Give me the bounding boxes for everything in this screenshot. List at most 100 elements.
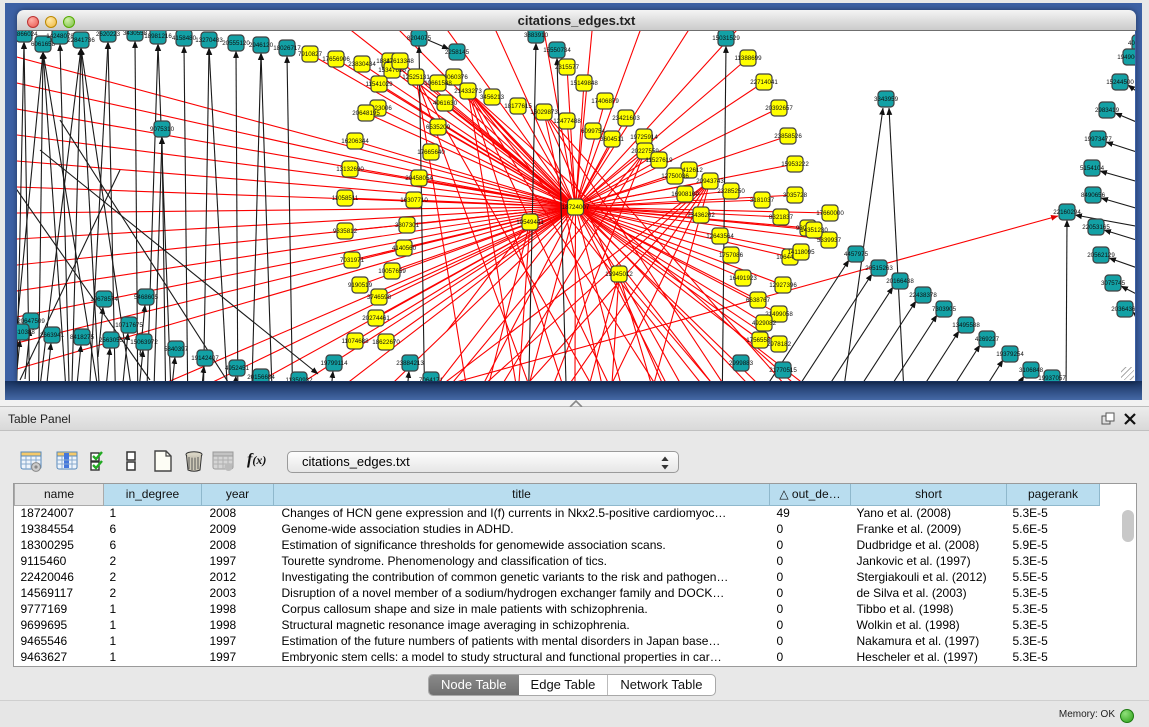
svg-text:6099754: 6099754 xyxy=(581,128,606,135)
svg-text:8418275: 8418275 xyxy=(70,334,95,341)
svg-text:2983419: 2983419 xyxy=(1095,107,1120,114)
svg-text:7303905: 7303905 xyxy=(932,306,957,313)
svg-text:18177615: 18177615 xyxy=(504,103,532,110)
svg-text:19490077: 19490077 xyxy=(1117,54,1135,61)
svg-text:4158480: 4158480 xyxy=(172,35,197,42)
svg-text:22714041: 22714041 xyxy=(750,79,778,86)
svg-text:18981216: 18981216 xyxy=(144,33,172,40)
svg-text:15149848: 15149848 xyxy=(570,80,598,87)
svg-text:14351230: 14351230 xyxy=(800,227,828,234)
svg-text:3106848: 3106848 xyxy=(1019,367,1044,374)
svg-text:18622670: 18622670 xyxy=(372,339,400,346)
svg-text:20648195: 20648195 xyxy=(352,110,380,117)
svg-text:4140560: 4140560 xyxy=(392,245,417,252)
svg-text:8490656: 8490656 xyxy=(1081,192,1106,199)
svg-text:18724007: 18724007 xyxy=(562,204,590,211)
svg-text:11074688: 11074688 xyxy=(341,338,369,345)
svg-text:3883910: 3883910 xyxy=(524,32,549,39)
svg-text:20515263: 20515263 xyxy=(865,265,893,272)
svg-text:11350932: 11350932 xyxy=(285,377,313,381)
svg-text:15063972: 15063972 xyxy=(130,339,158,346)
svg-text:3746598: 3746598 xyxy=(367,294,392,301)
svg-text:7031971: 7031971 xyxy=(340,257,365,264)
svg-text:19799114: 19799114 xyxy=(320,360,348,367)
svg-text:19379254: 19379254 xyxy=(996,351,1024,358)
svg-text:22841736: 22841736 xyxy=(67,37,95,44)
svg-text:20943743: 20943743 xyxy=(696,178,724,185)
svg-text:23858526: 23858526 xyxy=(774,133,802,140)
svg-text:17656906: 17656906 xyxy=(322,56,350,63)
svg-text:19937057: 19937057 xyxy=(1038,375,1066,381)
svg-text:20274461: 20274461 xyxy=(362,315,390,322)
svg-text:10057659: 10057659 xyxy=(378,268,406,275)
svg-text:2663941: 2663941 xyxy=(40,332,65,339)
svg-text:4457975: 4457975 xyxy=(844,251,869,258)
svg-text:5840397: 5840397 xyxy=(164,346,189,353)
svg-text:2620223: 2620223 xyxy=(96,31,121,38)
svg-text:12927396: 12927396 xyxy=(769,282,797,289)
svg-text:10717675: 10717675 xyxy=(115,322,143,329)
svg-text:7910827: 7910827 xyxy=(298,51,323,58)
svg-text:10549441: 10549441 xyxy=(516,219,544,226)
svg-text:3035728: 3035728 xyxy=(783,192,808,199)
svg-text:17406879: 17406879 xyxy=(591,98,619,105)
svg-text:20156684: 20156684 xyxy=(247,374,275,381)
svg-text:16908100: 16908100 xyxy=(671,191,699,198)
svg-text:11541029: 11541029 xyxy=(365,81,393,88)
svg-text:22053165: 22053165 xyxy=(1082,224,1110,231)
svg-text:5339937: 5339937 xyxy=(817,237,842,244)
svg-text:20562129: 20562129 xyxy=(1087,252,1115,259)
svg-text:3456213: 3456213 xyxy=(480,94,505,101)
svg-text:2258145: 2258145 xyxy=(445,49,470,56)
svg-text:19973477: 19973477 xyxy=(1084,136,1112,143)
svg-text:13495588: 13495588 xyxy=(952,322,980,329)
svg-text:15031529: 15031529 xyxy=(712,35,740,42)
svg-text:22160294: 22160294 xyxy=(1053,209,1081,216)
svg-text:23436262: 23436262 xyxy=(687,212,715,219)
svg-text:19678574: 19678574 xyxy=(90,296,118,303)
svg-text:3343959: 3343959 xyxy=(874,96,899,103)
svg-text:23285250: 23285250 xyxy=(717,188,745,195)
svg-text:21433273: 21433273 xyxy=(454,88,482,95)
svg-text:9335812: 9335812 xyxy=(333,228,358,235)
svg-text:4952451: 4952451 xyxy=(225,365,250,372)
svg-text:20166438: 20166438 xyxy=(886,278,914,285)
svg-text:23884213: 23884213 xyxy=(396,360,424,367)
svg-text:2978182: 2978182 xyxy=(767,341,792,348)
svg-text:21770515: 21770515 xyxy=(769,367,797,374)
svg-text:20458054: 20458054 xyxy=(405,175,433,182)
svg-text:23421603: 23421603 xyxy=(612,115,640,122)
svg-text:13132690: 13132690 xyxy=(336,166,364,173)
svg-text:8321837: 8321837 xyxy=(769,214,794,221)
svg-text:3604511: 3604511 xyxy=(600,136,624,143)
svg-text:12750036: 12750036 xyxy=(661,173,689,180)
svg-text:23830434: 23830434 xyxy=(348,61,376,68)
svg-text:11388699: 11388699 xyxy=(734,55,762,62)
svg-text:20555120: 20555120 xyxy=(222,40,250,47)
svg-text:16491923: 16491923 xyxy=(729,275,757,282)
svg-text:11058511: 11058511 xyxy=(332,195,359,202)
svg-text:7064171: 7064171 xyxy=(419,377,444,381)
svg-text:2315577: 2315577 xyxy=(555,64,580,71)
svg-text:13945012: 13945012 xyxy=(605,271,633,278)
svg-text:9190519: 9190519 xyxy=(348,282,373,289)
svg-text:19142407: 19142407 xyxy=(191,355,219,362)
svg-text:17660000: 17660000 xyxy=(816,210,844,217)
svg-text:15029873: 15029873 xyxy=(530,109,558,116)
svg-text:17613348: 17613348 xyxy=(386,58,414,65)
svg-text:5154104: 5154104 xyxy=(1080,165,1105,172)
svg-text:22438378: 22438378 xyxy=(909,292,937,299)
svg-text:9075310: 9075310 xyxy=(150,126,175,133)
svg-text:13270483: 13270483 xyxy=(195,37,223,44)
svg-text:20364361: 20364361 xyxy=(1111,306,1135,313)
svg-text:2999883: 2999883 xyxy=(729,360,754,367)
svg-text:3181037: 3181037 xyxy=(750,197,775,204)
svg-text:10661588: 10661588 xyxy=(424,80,452,87)
svg-text:16206344: 16206344 xyxy=(341,138,369,145)
svg-text:4929082: 4929082 xyxy=(752,320,777,327)
svg-text:3075745: 3075745 xyxy=(1101,280,1126,287)
svg-text:11527619: 11527619 xyxy=(645,157,673,164)
svg-text:8204075: 8204075 xyxy=(407,35,432,42)
svg-text:16307710: 16307710 xyxy=(400,197,428,204)
svg-text:1757086: 1757086 xyxy=(719,252,744,259)
